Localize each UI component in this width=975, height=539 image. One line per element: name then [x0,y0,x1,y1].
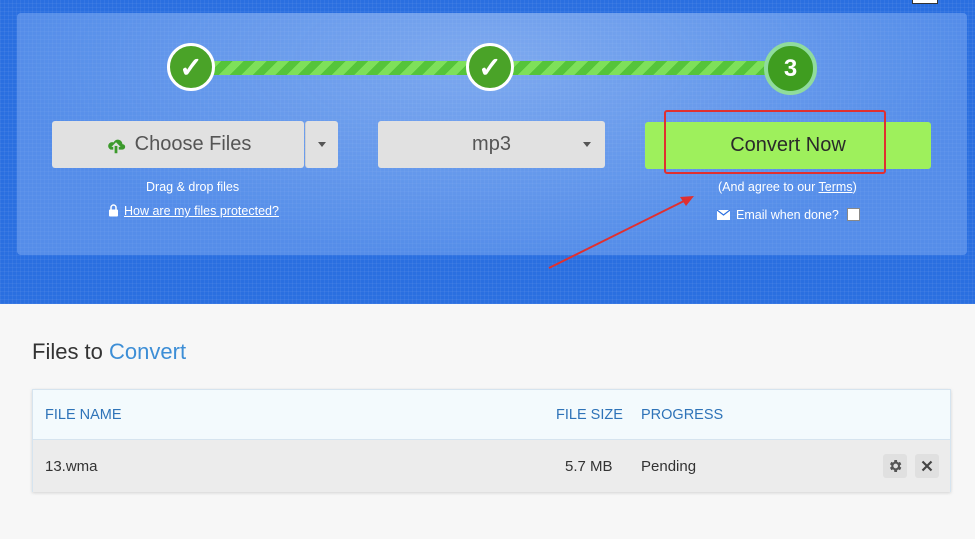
gear-icon [890,460,902,472]
annotation-highlight-box [664,110,886,174]
settings-button[interactable] [883,454,907,478]
files-title-accent: Convert [109,339,187,364]
envelope-icon [717,210,730,220]
choose-files-dropdown[interactable] [305,121,338,168]
step-track-2 [509,61,771,75]
file-name-cell: 13.wma [45,458,98,475]
terms-link[interactable]: Terms [819,180,853,194]
drag-drop-text: Drag & drop files [146,180,240,194]
choose-files-button[interactable]: Choose Files [52,121,304,168]
files-table: FILE NAME FILE SIZE PROGRESS 13.wma 5.7 … [32,389,951,492]
column-file-size: FILE SIZE [556,407,623,423]
remove-file-button[interactable] [915,454,939,478]
step-3-current: 3 [764,42,817,95]
agree-prefix: (And agree to our [718,180,819,194]
table-row: 13.wma 5.7 MB Pending [33,440,950,492]
files-title-prefix: Files to [32,339,110,364]
protected-row: How are my files protected? [108,204,279,218]
step-2-done: ✓ [466,43,514,91]
email-when-done-label: Email when done? [736,208,839,222]
step-1-label: ✓ [179,51,203,83]
agree-terms-text: (And agree to our Terms) [718,180,857,194]
window-corner-control[interactable] [912,0,938,4]
chevron-down-icon [583,142,591,147]
progress-cell: Pending [641,458,697,475]
agree-suffix: ) [852,180,857,194]
chevron-down-icon [318,142,326,147]
lock-icon [109,204,118,217]
table-header: FILE NAME FILE SIZE PROGRESS [33,390,950,440]
file-size-cell: 5.7 MB [565,458,613,475]
column-progress: PROGRESS [641,407,724,423]
step-3-label: 3 [783,54,798,82]
email-when-done-checkbox[interactable] [846,208,860,221]
format-select[interactable]: mp3 [378,121,605,168]
format-select-value: mp3 [472,133,511,155]
files-protected-link[interactable]: How are my files protected? [124,204,279,218]
step-1-done: ✓ [167,43,215,91]
cloud-upload-icon [107,139,125,153]
email-when-done-row: Email when done? [717,208,860,222]
files-to-convert-title: Files to Convert [32,339,186,365]
step-2-label: ✓ [478,51,502,83]
step-track-1 [210,61,472,75]
column-file-name: FILE NAME [45,407,122,423]
choose-files-label: Choose Files [134,133,252,155]
close-icon [921,460,933,472]
